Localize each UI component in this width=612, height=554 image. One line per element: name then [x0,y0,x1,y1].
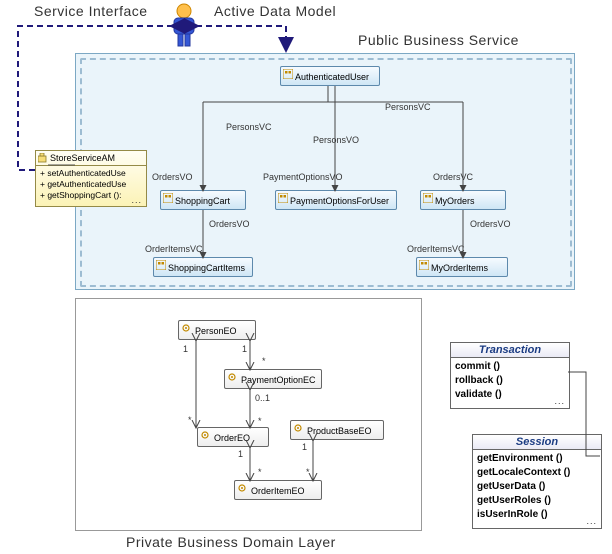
class-transaction: Transaction commit () rollback () valida… [450,342,570,409]
sess-op-0: getEnvironment () [477,452,597,466]
am-operations: + setAuthenticatedUse + getAuthenticated… [36,166,146,206]
vo-text: PaymentOptionsForUser [290,196,389,206]
heading-public-business-service: Public Business Service [358,32,519,48]
label-orders-vo-r2: OrdersVO [470,219,511,229]
class-body: getEnvironment () getLocaleContext () ge… [473,450,601,528]
vo-icon [163,193,173,203]
label-orderitems-vc-r: OrderItemsVC [407,244,465,254]
storeservice-am: StoreServiceAM + setAuthenticatedUse + g… [35,150,147,207]
mult-star: * [258,416,262,426]
class-session: Session getEnvironment () getLocaleConte… [472,434,602,529]
eo-text: OrderItemEO [251,486,305,496]
vo-text: MyOrderItems [431,263,488,273]
vo-text: AuthenticatedUser [295,72,369,82]
ellipsis-icon: ... [586,514,597,528]
sess-op-1: getLocaleContext () [477,466,597,480]
txn-op-1: rollback () [455,374,565,388]
vo-icon [156,260,166,270]
sess-op-4: isUserInRole () [477,508,597,522]
vo-shopping-cart-items: ShoppingCartItems [153,257,253,277]
txn-op-0: commit () [455,360,565,374]
eo-payment-option: PaymentOptionEC [224,369,322,389]
vo-authenticated-user: AuthenticatedUser [280,66,380,86]
am-op-0: + setAuthenticatedUse [40,168,142,179]
class-title: Session [473,435,601,450]
label-persons-vc-r: PersonsVC [385,102,431,112]
label-persons-vo: PersonsVO [313,135,359,145]
label-persons-vc-l: PersonsVC [226,122,272,132]
txn-op-2: validate () [455,388,565,402]
module-icon [38,153,48,163]
am-op-1: + getAuthenticatedUse [40,179,142,190]
mult-1: 1 [242,344,247,354]
eo-order: OrderEO [197,427,269,447]
vo-icon [419,260,429,270]
vo-icon [283,69,293,79]
label-orders-vo-l: OrdersVO [152,172,193,182]
mult-star: * [258,467,262,477]
eo-icon [200,430,210,440]
eo-order-item: OrderItemEO [234,480,322,500]
label-orderitems-vc-l: OrderItemsVC [145,244,203,254]
heading-active-data-model: Active Data Model [214,3,336,19]
am-title-text: StoreServiceAM [50,153,115,163]
sess-op-2: getUserData () [477,480,597,494]
vo-text: ShoppingCartItems [168,263,245,273]
vo-text: ShoppingCart [175,196,230,206]
vo-my-orders: MyOrders [420,190,506,210]
vo-text: MyOrders [435,196,475,206]
vo-payment-options: PaymentOptionsForUser [275,190,397,210]
vo-shopping-cart: ShoppingCart [160,190,246,210]
eo-icon [227,372,237,382]
label-payment-options-vo: PaymentOptionsVO [263,172,343,182]
mult-star: * [188,415,192,425]
eo-icon [237,483,247,493]
mult-01: 0..1 [255,393,270,403]
label-orders-vc-r: OrdersVC [433,172,473,182]
vo-icon [278,193,288,203]
mult-1: 1 [238,449,243,459]
eo-text: ProductBaseEO [307,426,372,436]
mult-1: 1 [302,442,307,452]
am-op-2: + getShoppingCart (): [40,190,142,201]
mult-star: * [306,467,310,477]
class-body: commit () rollback () validate () ... [451,358,569,408]
am-title: StoreServiceAM [36,151,146,166]
label-orders-vo-mid: OrdersVO [209,219,250,229]
architecture-diagram: Service Interface Active Data Model Publ… [0,0,612,554]
vo-icon [423,193,433,203]
ellipsis-icon: ... [554,394,565,408]
eo-icon [181,323,191,333]
class-title: Transaction [451,343,569,358]
eo-person: PersonEO [178,320,256,340]
eo-product-base: ProductBaseEO [290,420,384,440]
heading-private-domain: Private Business Domain Layer [126,534,336,550]
eo-icon [293,423,303,433]
sess-op-3: getUserRoles () [477,494,597,508]
eo-text: OrderEO [214,433,250,443]
heading-service-interface: Service Interface [34,3,148,19]
vo-my-order-items: MyOrderItems [416,257,508,277]
eo-text: PersonEO [195,326,237,336]
eo-text: PaymentOptionEC [241,375,316,385]
mult-star: * [262,356,266,366]
mult-1: 1 [183,344,188,354]
ellipsis-icon: ... [131,195,142,206]
